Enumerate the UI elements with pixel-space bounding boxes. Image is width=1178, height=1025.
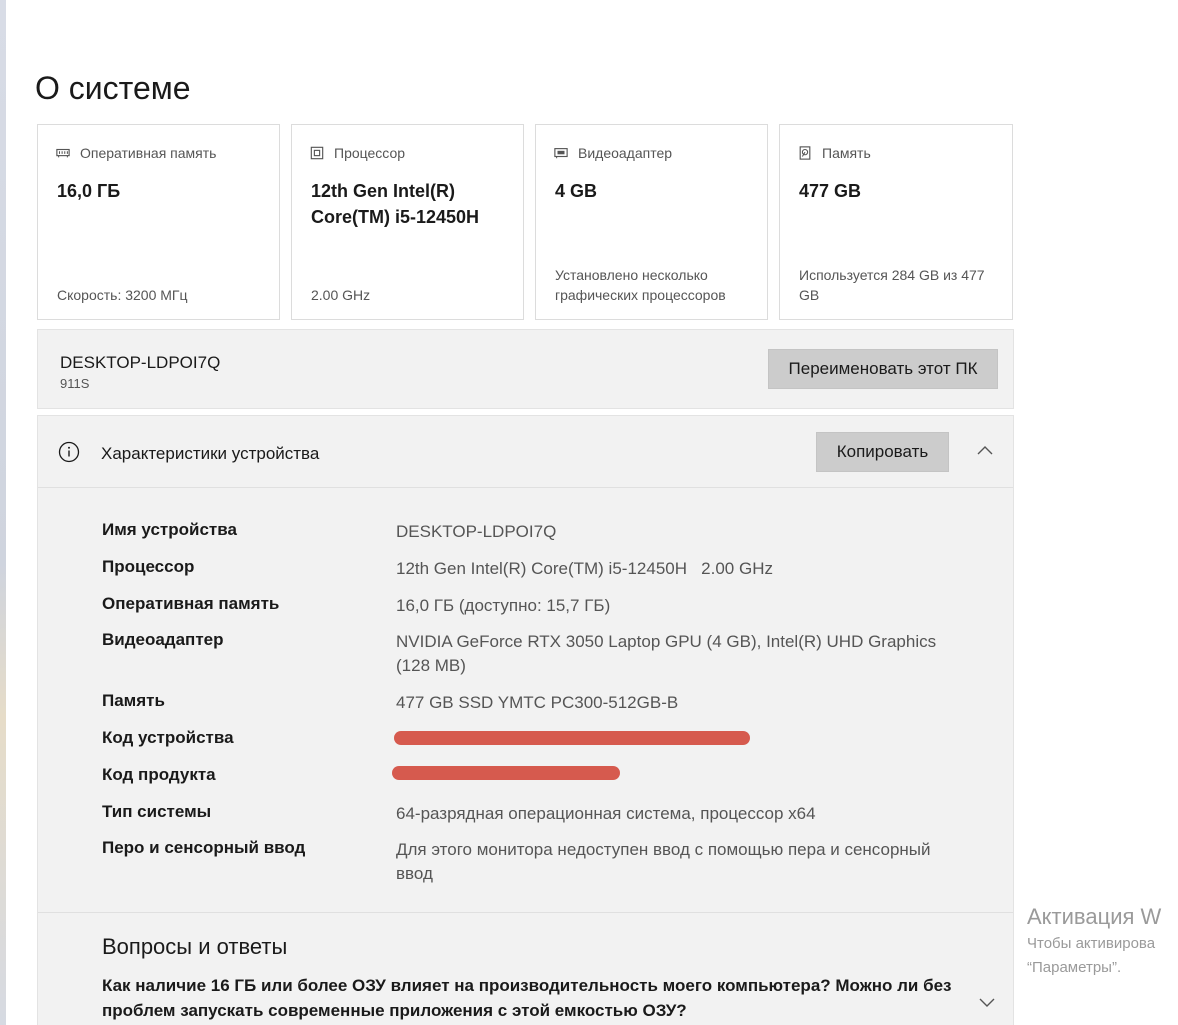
watermark-line: Чтобы активирова bbox=[1027, 935, 1156, 952]
redaction-mark bbox=[392, 766, 620, 780]
card-ram: Оперативная память 16,0 ГБ Скорость: 320… bbox=[37, 124, 280, 320]
spec-label: Имя устройства bbox=[102, 520, 237, 539]
chevron-up-icon[interactable] bbox=[974, 441, 996, 459]
spec-label: Код устройства bbox=[102, 728, 234, 747]
card-cpu: Процессор 12th Gen Intel(R) Core(TM) i5-… bbox=[291, 124, 524, 320]
spec-label: Перо и сенсорный ввод bbox=[102, 838, 306, 857]
spec-value: 12th Gen Intel(R) Core(TM) i5-12450H 2.0… bbox=[396, 559, 773, 578]
redaction-mark bbox=[394, 731, 750, 745]
faq-title: Вопросы и ответы bbox=[102, 934, 288, 959]
device-specs-header[interactable]: Характеристики устройства Копировать bbox=[38, 416, 1013, 488]
spec-label: Процессор bbox=[102, 557, 195, 576]
faq-question[interactable]: Как наличие 16 ГБ или более ОЗУ влияет н… bbox=[102, 973, 962, 1023]
spec-label: Память bbox=[102, 691, 165, 710]
spec-value: NVIDIA GeForce RTX 3050 Laptop GPU (4 GB… bbox=[396, 632, 937, 675]
card-value: 4 GB bbox=[555, 181, 598, 201]
page-title: О системе bbox=[35, 70, 191, 106]
device-specs-panel: Характеристики устройства Копировать Имя… bbox=[37, 415, 1014, 1025]
copy-button[interactable]: Копировать bbox=[816, 432, 949, 472]
device-specs-title: Характеристики устройства bbox=[101, 444, 320, 463]
watermark-line: “Параметры”. bbox=[1027, 959, 1122, 976]
spec-label: Тип системы bbox=[102, 802, 212, 821]
card-value: 477 GB bbox=[799, 181, 862, 201]
memory-icon bbox=[56, 148, 70, 158]
spec-value: 477 GB SSD YMTC PC300-512GB-B bbox=[396, 693, 679, 712]
chevron-down-icon[interactable] bbox=[976, 994, 998, 1012]
spec-label: Код продукта bbox=[102, 765, 216, 784]
card-value: 12th Gen Intel(R) Core(TM) i5-12450H bbox=[311, 181, 480, 227]
card-gpu: Видеоадаптер 4 GB Установлено несколько … bbox=[535, 124, 768, 320]
spec-value: 64-разрядная операционная система, проце… bbox=[396, 804, 816, 823]
card-label: Процессор bbox=[334, 145, 406, 161]
card-value: 16,0 ГБ bbox=[57, 181, 121, 201]
card-label: Видеоадаптер bbox=[578, 145, 673, 161]
spec-value: DESKTOP-LDPOI7Q bbox=[396, 522, 557, 541]
storage-icon bbox=[799, 146, 811, 160]
window-edge bbox=[0, 0, 6, 1025]
rename-pc-button[interactable]: Переименовать этот ПК bbox=[768, 349, 998, 389]
pc-name: DESKTOP-LDPOI7Q bbox=[60, 353, 221, 372]
divider bbox=[38, 912, 1013, 913]
cpu-icon bbox=[310, 146, 324, 160]
spec-value: 16,0 ГБ (доступно: 15,7 ГБ) bbox=[396, 596, 611, 615]
summary-cards: Оперативная память 16,0 ГБ Скорость: 320… bbox=[37, 124, 1014, 320]
pc-model: 911S bbox=[60, 376, 90, 391]
spec-value: Для этого монитора недоступен ввод с пом… bbox=[396, 840, 931, 883]
spec-label: Оперативная память bbox=[102, 594, 280, 613]
activation-watermark: Активация W Чтобы активирова “Параметры”… bbox=[1027, 902, 1178, 980]
card-footer: Скорость: 3200 МГц bbox=[57, 287, 188, 303]
card-footer: Используется 284 GB из 477 GB bbox=[799, 267, 985, 303]
card-label: Память bbox=[822, 145, 871, 161]
card-label: Оперативная память bbox=[80, 145, 217, 161]
card-footer: Установлено несколько графических процес… bbox=[555, 267, 726, 303]
watermark-title: Активация W bbox=[1027, 904, 1162, 929]
gpu-icon bbox=[554, 148, 568, 159]
card-storage: Память 477 GB Используется 284 GB из 477… bbox=[779, 124, 1013, 320]
pc-name-panel: DESKTOP-LDPOI7Q 911S Переименовать этот … bbox=[37, 329, 1014, 409]
info-icon bbox=[58, 441, 80, 463]
card-footer: 2.00 GHz bbox=[311, 287, 371, 303]
spec-label: Видеоадаптер bbox=[102, 630, 224, 649]
